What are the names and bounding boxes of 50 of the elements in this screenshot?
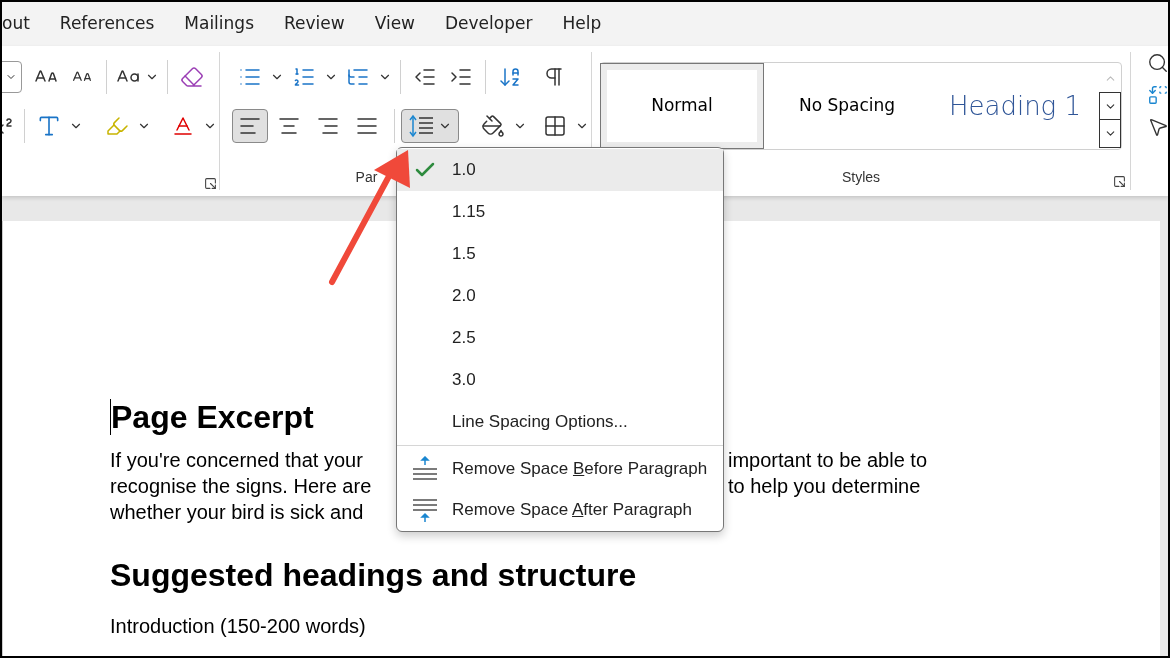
text-cursor: [110, 399, 111, 435]
dialog-launcher-icon[interactable]: [204, 177, 217, 190]
ribbon-tab[interactable]: Review: [280, 2, 349, 46]
paragraph-text: recognise the signs. Here are: [110, 475, 372, 497]
line-spacing-options-item[interactable]: Line Spacing Options...: [397, 401, 723, 443]
ribbon-tab[interactable]: Mailings: [180, 2, 258, 46]
cursor-icon: [1147, 116, 1168, 138]
group-label: Styles: [841, 168, 881, 187]
document-subheading: Suggested headings and structure: [110, 556, 638, 595]
ribbon-tab[interactable]: Developer: [441, 2, 537, 46]
clear-formatting-icon: [180, 65, 204, 89]
align-button[interactable]: [232, 109, 268, 143]
borders-icon: [543, 114, 567, 138]
line-spacing-option[interactable]: 2.5: [397, 317, 723, 359]
paragraph-text: to help you determine: [728, 474, 921, 499]
line-spacing-button[interactable]: [401, 109, 459, 143]
search-icon: [1147, 52, 1168, 74]
paragraph-text: whether your bird is sick and: [110, 501, 364, 523]
sort-icon: [498, 65, 522, 89]
space-after-icon: [411, 496, 438, 523]
paragraph-text: important to be able to: [728, 448, 927, 473]
dialog-launcher-icon[interactable]: [1113, 175, 1126, 188]
paragraph-text: If you're concerned that your: [110, 449, 363, 471]
line-spacing-option[interactable]: 1.15: [397, 191, 723, 233]
space-before-icon: [411, 455, 438, 482]
style-item[interactable]: Heading 1: [931, 64, 1099, 148]
highlighter-icon: [105, 114, 129, 138]
scroll-down-button[interactable]: [1099, 92, 1121, 120]
font-color-icon: [171, 114, 195, 138]
gallery-more-button[interactable]: [1099, 120, 1121, 148]
body-text: Introduction (150-200 words): [110, 614, 367, 639]
ribbon-tab[interactable]: View: [370, 2, 419, 46]
line-spacing-option[interactable]: 3.0: [397, 359, 723, 401]
remove-space-before-item[interactable]: Remove Space Before Paragraph: [397, 448, 723, 489]
document-heading: Page Excerpt: [111, 398, 314, 437]
style-item[interactable]: Normal: [601, 64, 763, 148]
line-spacing-icon: [408, 114, 434, 138]
line-spacing-option[interactable]: 1.0: [397, 149, 723, 191]
ribbon-tab[interactable]: Help: [558, 2, 606, 46]
style-item[interactable]: No Spacing: [763, 64, 931, 148]
remove-space-after-item[interactable]: Remove Space After Paragraph: [397, 489, 723, 530]
line-spacing-option[interactable]: 1.5: [397, 233, 723, 275]
line-spacing-option[interactable]: 2.0: [397, 275, 723, 317]
numbering-icon: [292, 65, 316, 89]
ribbon-tab[interactable]: out: [2, 2, 34, 46]
group-label: Par: [355, 168, 378, 187]
ribbon-tab[interactable]: References: [55, 2, 159, 46]
shading-icon: [481, 114, 505, 138]
font-size-dropdown[interactable]: [2, 61, 22, 93]
replace-icon: [1147, 84, 1168, 106]
